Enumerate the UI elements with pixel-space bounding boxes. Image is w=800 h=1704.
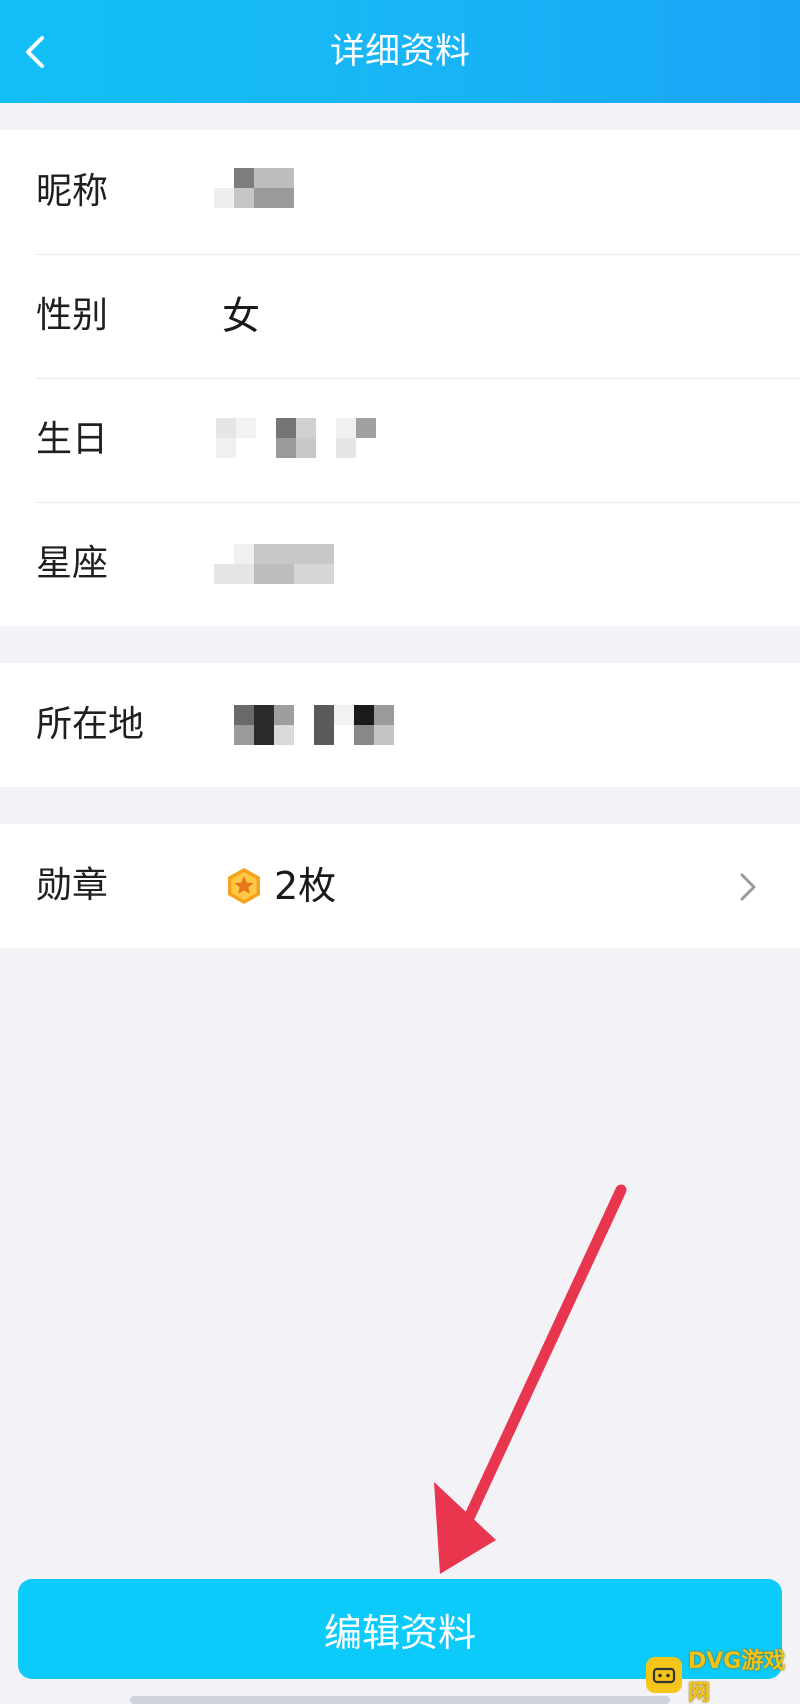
watermark: DVG游戏网 (646, 1649, 800, 1704)
top-navigation-bar: 详细资料 (0, 0, 800, 103)
nickname-value-redacted (214, 168, 294, 208)
location-value-redacted (234, 705, 394, 745)
medal-count: 2枚 (274, 864, 337, 908)
medal-label: 勋章 (36, 865, 109, 906)
star-medal-icon (228, 868, 260, 904)
chevron-right-icon[interactable] (736, 870, 760, 904)
nickname-label: 昵称 (36, 171, 109, 212)
medal-row[interactable]: 勋章 2枚 (0, 824, 800, 948)
gender-row[interactable]: 性别 女 (0, 254, 800, 378)
birthday-row[interactable]: 生日 (0, 378, 800, 502)
home-indicator (130, 1696, 670, 1704)
constellation-row[interactable]: 星座 (0, 502, 800, 626)
birthday-value-redacted (216, 418, 376, 458)
birthday-label: 生日 (36, 419, 109, 460)
gender-value: 女 (222, 294, 261, 338)
location-label: 所在地 (36, 704, 145, 745)
gender-label: 性别 (36, 295, 109, 336)
medal-card: 勋章 2枚 (0, 824, 800, 948)
nickname-row[interactable]: 昵称 (0, 130, 800, 254)
location-row[interactable]: 所在地 (0, 663, 800, 787)
location-card: 所在地 (0, 663, 800, 787)
constellation-label: 星座 (36, 543, 109, 584)
constellation-value-redacted (214, 544, 334, 584)
watermark-text: DVG游戏网 (688, 1649, 786, 1704)
gamepad-logo-icon (646, 1657, 682, 1693)
basic-info-card: 昵称 性别 女 生日 星座 (0, 130, 800, 626)
page-title: 详细资料 (329, 32, 470, 72)
